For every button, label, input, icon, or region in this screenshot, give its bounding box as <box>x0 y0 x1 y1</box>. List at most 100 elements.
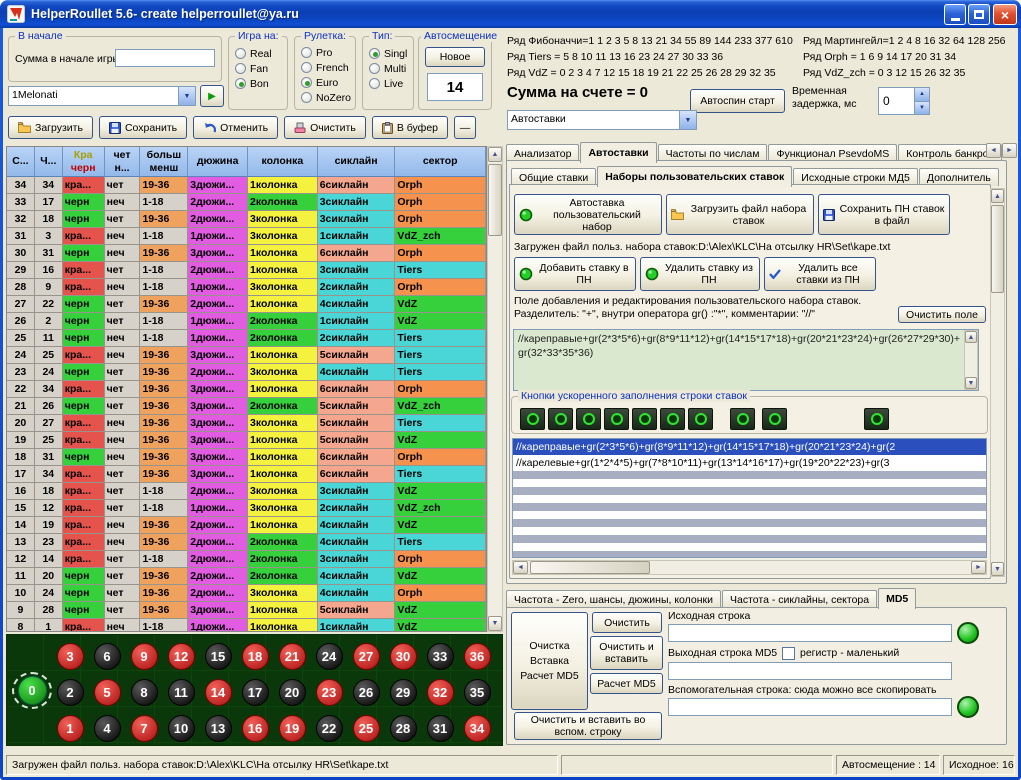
board-cell-31[interactable]: 31 <box>423 711 457 745</box>
toolbar-undo-button[interactable]: Отменить <box>193 116 278 139</box>
title-bar[interactable]: HelperRoullet 5.6- create helperroullet@… <box>0 0 1021 28</box>
board-number-12[interactable]: 12 <box>168 643 195 670</box>
panel-scrollbar-thumb[interactable] <box>991 205 1004 293</box>
table-row[interactable]: 1512кра...чет1-181дюжи...3колонка2сиклай… <box>7 500 486 517</box>
board-number-27[interactable]: 27 <box>353 643 380 670</box>
md5-clear-paste-aux-button[interactable]: Очистить и вставить во вспом. строку <box>514 712 662 740</box>
board-cell-27[interactable]: 27 <box>349 639 383 673</box>
column-header-4[interactable]: четн... <box>105 147 141 177</box>
radio-icon[interactable] <box>369 78 380 89</box>
radio-option-multi[interactable]: Multi <box>363 61 413 76</box>
column-header-2[interactable]: Ч... <box>35 147 63 177</box>
board-number-29[interactable]: 29 <box>390 679 417 706</box>
board-cell-19[interactable]: 19 <box>275 711 309 745</box>
board-cell-9[interactable]: 9 <box>127 639 161 673</box>
board-cell-25[interactable]: 25 <box>349 711 383 745</box>
board-cell-26[interactable]: 26 <box>349 675 383 709</box>
column-header-5[interactable]: большменш <box>140 147 188 177</box>
autobet-custom-set-button[interactable]: Автоставка пользовательский набор <box>514 194 662 235</box>
board-number-4[interactable]: 4 <box>94 715 121 742</box>
quick-fill-button-1[interactable] <box>520 408 545 430</box>
main-tab-2[interactable]: Автоставки <box>580 142 656 163</box>
bottom-tab-2[interactable]: Частота - сиклайны, сектора <box>722 590 877 608</box>
scroll-right-icon[interactable]: ► <box>971 561 986 574</box>
radio-option-live[interactable]: Live <box>363 76 413 91</box>
board-cell-14[interactable]: 14 <box>201 675 235 709</box>
board-number-36[interactable]: 36 <box>464 643 491 670</box>
delay-spin-buttons[interactable]: ▲ ▼ <box>914 88 929 114</box>
board-number-35[interactable]: 35 <box>464 679 491 706</box>
quick-fill-button-10[interactable] <box>864 408 889 430</box>
board-number-16[interactable]: 16 <box>242 715 269 742</box>
table-row[interactable]: 1024чернчет19-362дюжи...3колонка4сиклайн… <box>7 585 486 602</box>
save-bet-file-button[interactable]: Сохранить ПН ставок в файл <box>818 194 950 235</box>
bet-list-hscrollbar[interactable]: ◄ ► <box>512 560 987 575</box>
toolbar-floppy-button[interactable]: Сохранить <box>99 116 187 139</box>
board-cell-36[interactable]: 36 <box>460 639 494 673</box>
board-cell-28[interactable]: 28 <box>386 711 420 745</box>
radio-icon[interactable] <box>369 63 380 74</box>
board-number-3[interactable]: 3 <box>57 643 84 670</box>
board-cell-18[interactable]: 18 <box>238 639 272 673</box>
board-cell-2[interactable]: 2 <box>53 675 87 709</box>
radio-option-euro[interactable]: Euro <box>295 75 355 90</box>
board-cell-34[interactable]: 34 <box>460 711 494 745</box>
table-row[interactable]: 2324чернчет19-362дюжи...3колонка4сиклайн… <box>7 364 486 381</box>
bet-list-hscrollbar-thumb[interactable] <box>530 561 650 574</box>
radio-option-real[interactable]: Real <box>229 46 287 61</box>
table-row[interactable]: 313кра...неч1-181дюжи...3колонка1сиклайн… <box>7 228 486 245</box>
board-number-22[interactable]: 22 <box>316 715 343 742</box>
quick-fill-button-3[interactable] <box>576 408 601 430</box>
board-number-20[interactable]: 20 <box>279 679 306 706</box>
table-row[interactable]: 2027кра...неч19-363дюжи...3колонка5сикла… <box>7 415 486 432</box>
radio-icon[interactable] <box>301 47 312 58</box>
collapse-button[interactable]: — <box>454 116 476 139</box>
tab-scroll-right-icon[interactable]: ► <box>1002 143 1017 158</box>
board-number-18[interactable]: 18 <box>242 643 269 670</box>
close-button[interactable]: × <box>993 4 1017 25</box>
table-row[interactable]: 1831черннеч19-363дюжи...1колонка6сиклайн… <box>7 449 486 466</box>
sub-tab-2[interactable]: Наборы пользовательских ставок <box>597 166 792 187</box>
board-number-23[interactable]: 23 <box>316 679 343 706</box>
scroll-up-icon[interactable]: ▲ <box>488 147 502 162</box>
board-number-30[interactable]: 30 <box>390 643 417 670</box>
board-cell-35[interactable]: 35 <box>460 675 494 709</box>
board-number-17[interactable]: 17 <box>242 679 269 706</box>
column-header-9[interactable]: сектор <box>395 147 486 177</box>
quick-fill-button-5[interactable] <box>632 408 657 430</box>
bottom-tab-3[interactable]: MD5 <box>878 588 916 609</box>
bet-list-item-2[interactable]: //карелевые+gr(1*2*4*5)+gr(7*8*10*11)+gr… <box>513 455 986 471</box>
md5-output-input[interactable] <box>668 662 952 680</box>
spins-table[interactable]: С...Ч...Крачернчетн...большменшдюжинакол… <box>6 146 487 632</box>
board-number-5[interactable]: 5 <box>94 679 121 706</box>
clear-field-button[interactable]: Очистить поле <box>898 306 986 323</box>
board-number-19[interactable]: 19 <box>279 715 306 742</box>
new-shift-button[interactable]: Новое <box>425 47 485 67</box>
spin-down-icon[interactable]: ▼ <box>915 102 929 115</box>
scroll-up-icon[interactable]: ▲ <box>991 189 1004 203</box>
toolbar-open-folder-button[interactable]: Загрузить <box>8 116 93 139</box>
quick-fill-button-6[interactable] <box>660 408 685 430</box>
board-cell-3[interactable]: 3 <box>53 639 87 673</box>
load-bet-file-button[interactable]: Загрузить файл набора ставок <box>666 194 814 235</box>
md5-aux-input[interactable] <box>668 698 952 716</box>
table-row[interactable]: 1618кра...чет1-182дюжи...3колонка3сиклай… <box>7 483 486 500</box>
board-number-33[interactable]: 33 <box>427 643 454 670</box>
toolbar-erase-button[interactable]: Очистить <box>284 116 366 139</box>
edit-field-scrollbar[interactable]: ▲ ▼ <box>964 330 978 390</box>
scroll-up-icon[interactable]: ▲ <box>965 331 977 343</box>
md5-aux-copy-button[interactable] <box>957 696 979 718</box>
md5-source-input[interactable] <box>668 624 952 642</box>
bet-list[interactable]: //кареправые+gr(2*3*5*6)+gr(8*9*11*12)+g… <box>512 438 987 558</box>
table-row[interactable]: 3031черннеч19-363дюжи...1колонка6сиклайн… <box>7 245 486 262</box>
column-header-1[interactable]: С... <box>7 147 35 177</box>
quick-fill-button-2[interactable] <box>548 408 573 430</box>
board-number-13[interactable]: 13 <box>205 715 232 742</box>
radio-option-fan[interactable]: Fan <box>229 61 287 76</box>
bet-edit-field[interactable]: //кареправые+gr(2*3*5*6)+gr(8*9*11*12)+g… <box>513 329 979 391</box>
add-bet-button[interactable]: Добавить ставку в ПН <box>514 257 636 291</box>
quick-fill-button-9[interactable] <box>762 408 787 430</box>
spin-up-icon[interactable]: ▲ <box>915 88 929 102</box>
board-number-21[interactable]: 21 <box>279 643 306 670</box>
board-number-11[interactable]: 11 <box>168 679 195 706</box>
